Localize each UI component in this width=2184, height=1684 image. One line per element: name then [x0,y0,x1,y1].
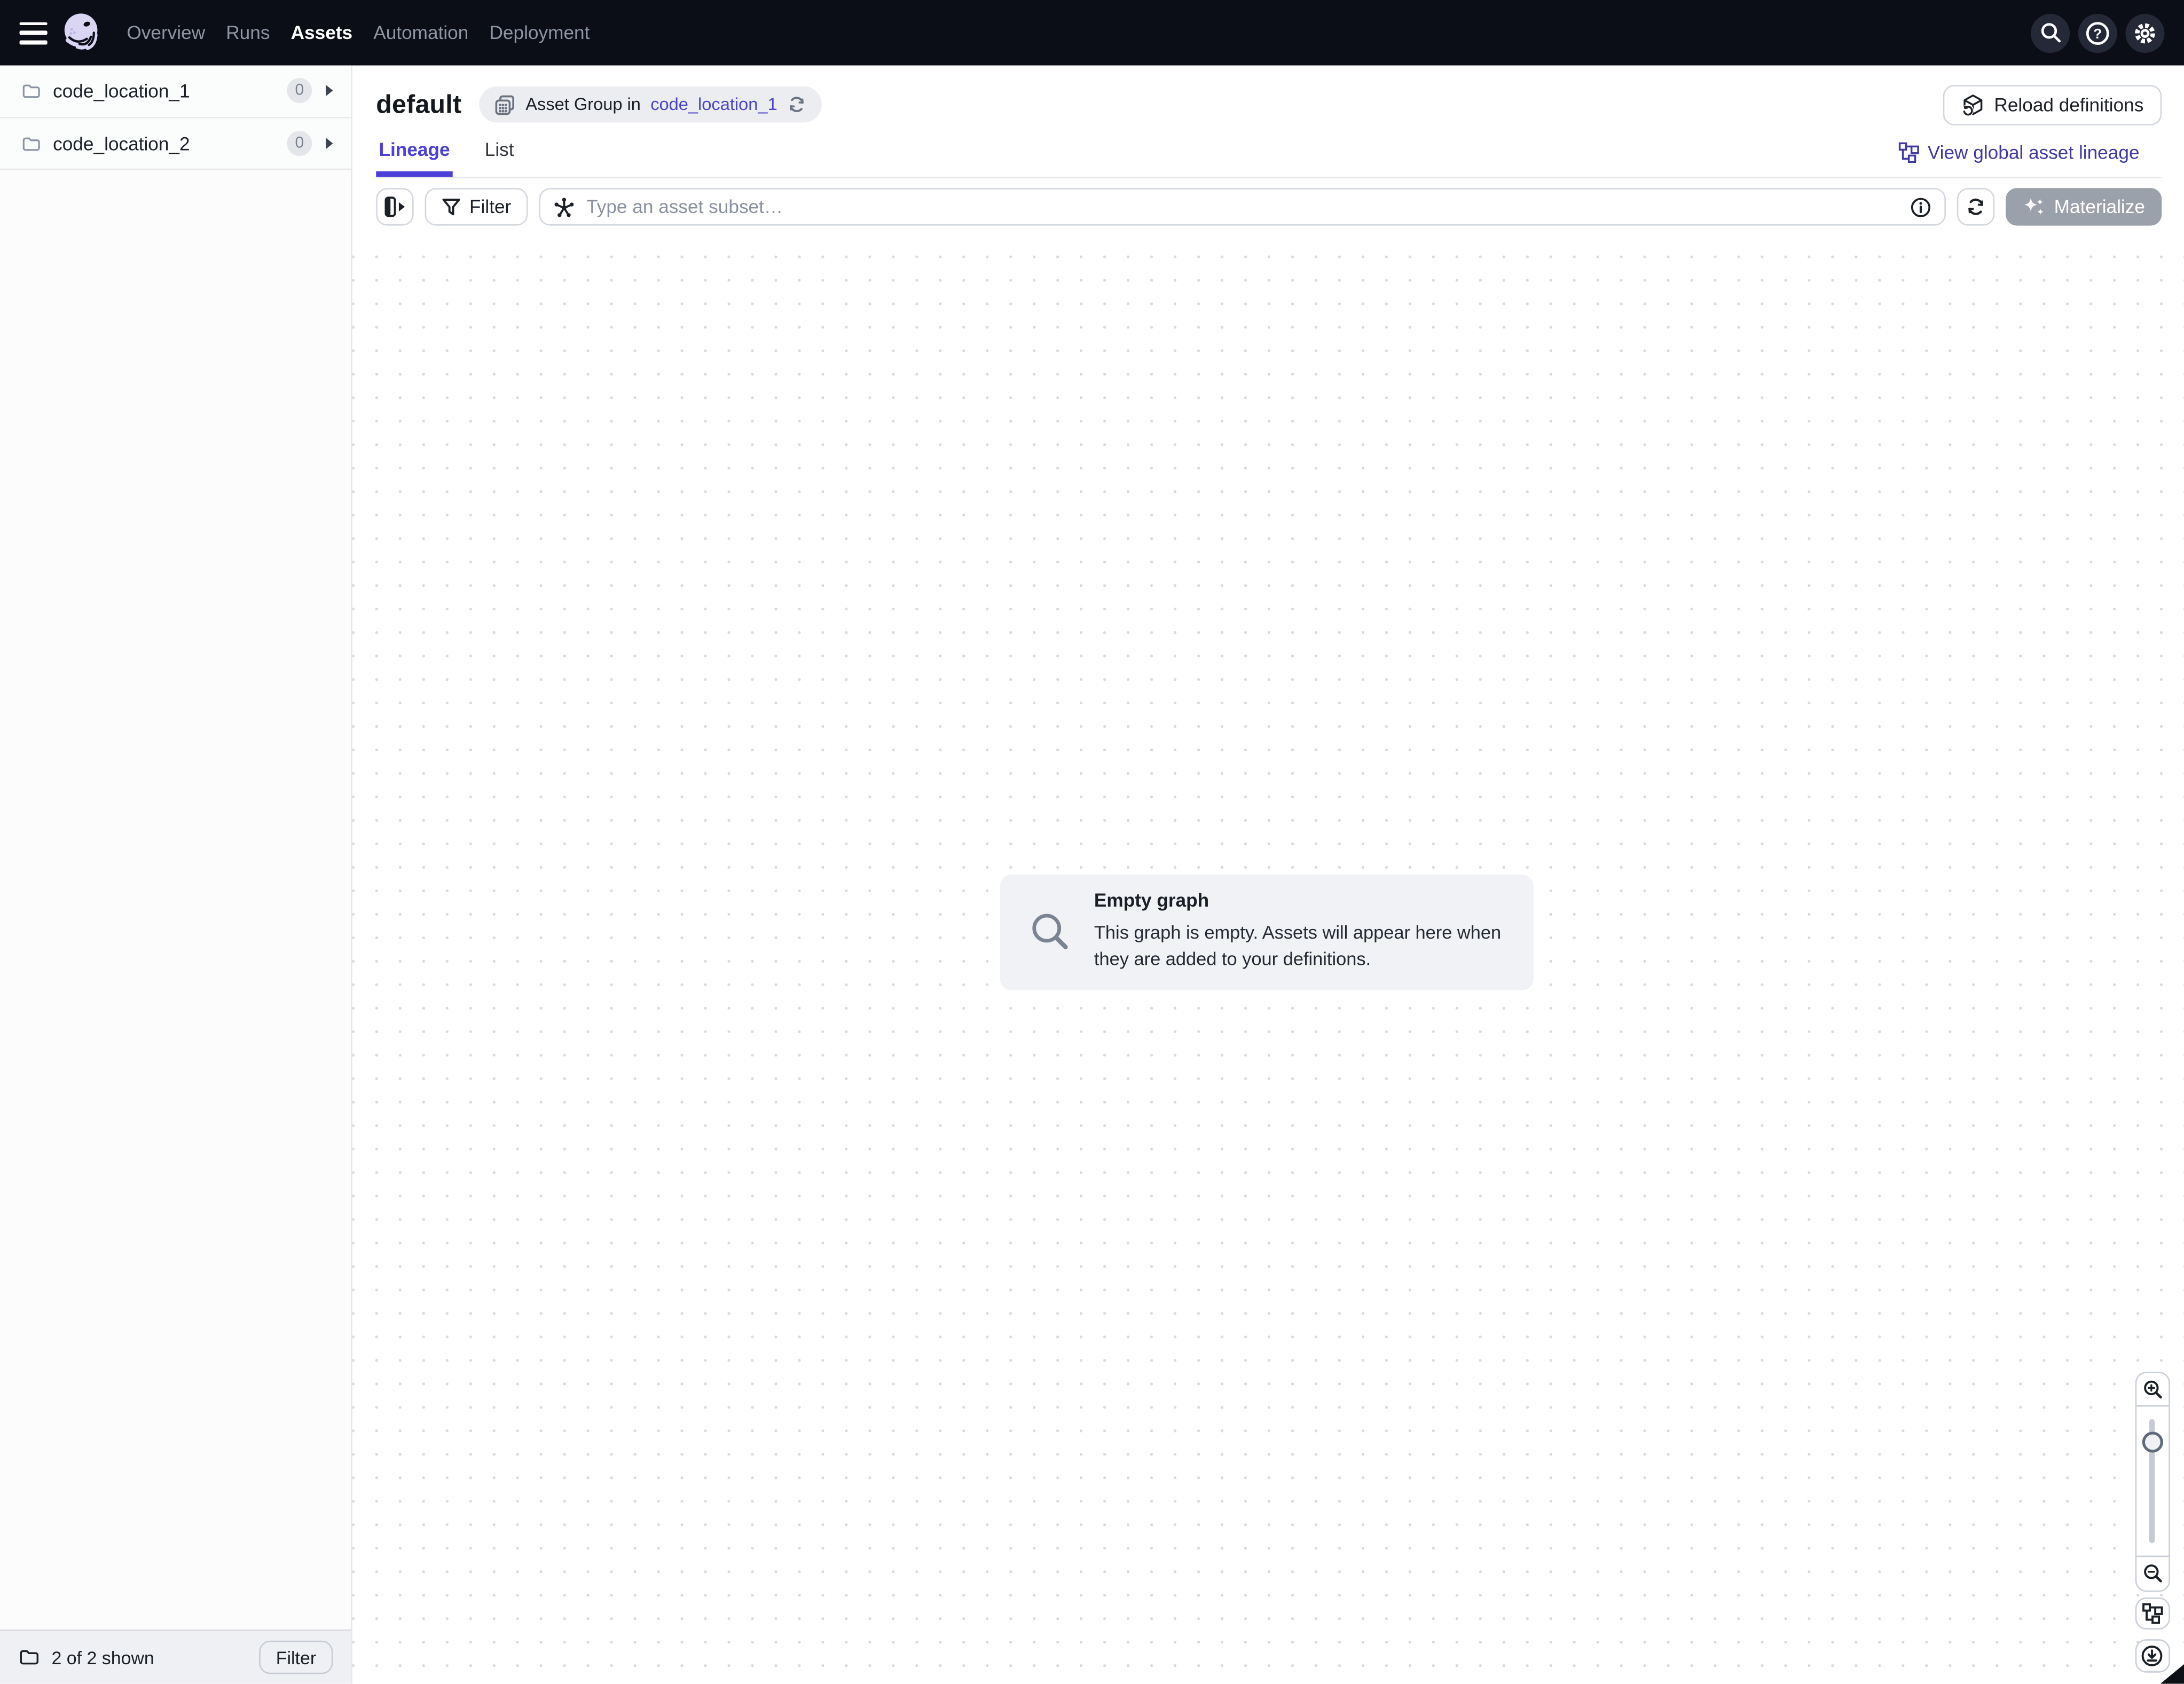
settings-button[interactable] [2125,13,2164,52]
zoom-out-button[interactable] [2136,1557,2168,1589]
tab-lineage[interactable]: Lineage [376,130,453,177]
asset-subset-icon [553,195,576,218]
expand-panel-icon [384,196,406,217]
materialize-label: Materialize [2054,196,2145,217]
materialize-button[interactable]: Materialize [2005,188,2162,225]
page-title: default [376,89,461,120]
zoom-out-icon [2141,1563,2162,1584]
location-name: code_location_2 [53,133,190,154]
expand-panel-button[interactable] [376,188,413,225]
nav-item-runs[interactable]: Runs [226,22,270,43]
refresh-icon [1965,196,1986,217]
nav-item-automation[interactable]: Automation [373,22,468,43]
sidebar-item-code-location-1[interactable]: code_location_1 0 [0,66,351,118]
mouse-cursor [2161,1665,2184,1684]
sync-icon[interactable] [787,95,807,114]
badge-text: Asset Group in [525,95,641,114]
zoom-control-group [2134,1371,2169,1591]
view-global-asset-lineage-label: View global asset lineage [1928,142,2140,163]
tabs-bar: Lineage List View global asset lineage [376,130,2162,178]
lineage-graph-icon [2141,1603,2162,1624]
empty-graph-title: Empty graph [1094,890,1508,911]
locations-shown-count: 2 of 2 shown [52,1647,154,1668]
view-global-asset-lineage-link[interactable]: View global asset lineage [1898,142,2140,177]
reload-definitions-button[interactable]: Reload definitions [1943,84,2162,125]
location-name: code_location_1 [53,81,190,101]
asset-subset-field [539,188,1945,225]
info-icon[interactable] [1909,195,1931,218]
sidebar-footer: 2 of 2 shown Filter [0,1629,351,1684]
lineage-graph-icon [1898,142,1919,163]
chevron-right-icon [325,84,334,98]
reload-definitions-icon [1961,92,1984,116]
badge-code-location-link[interactable]: code_location_1 [650,95,777,114]
empty-graph-card: Empty graph This graph is empty. Assets … [1000,874,1533,989]
zoom-in-icon [2141,1379,2162,1399]
asset-group-badge: Asset Group in code_location_1 [480,86,822,123]
nav-item-overview[interactable]: Overview [127,22,205,43]
asset-count-badge: 0 [287,78,312,104]
reload-definitions-label: Reload definitions [1994,94,2143,115]
sidebar-item-code-location-2[interactable]: code_location_2 0 [0,118,351,170]
chevron-right-icon [325,137,334,151]
refresh-graph-button[interactable] [1957,188,1994,225]
svg-text:?: ? [2093,25,2102,41]
nav-item-assets[interactable]: Assets [291,22,353,43]
dagster-logo-icon[interactable] [60,11,103,54]
folder-icon [22,83,41,99]
asset-subset-input[interactable] [586,196,1898,217]
filter-funnel-icon [442,197,461,217]
nav-menu: Overview Runs Assets Automation Deployme… [127,22,590,43]
asset-count-badge: 0 [287,131,312,156]
asset-group-icon [495,94,516,115]
lineage-toolbar: Filter [352,178,2184,235]
download-icon [2141,1644,2163,1667]
graph-filter-label: Filter [469,196,511,217]
magnifier-icon [1028,911,1070,953]
code-locations-sidebar: code_location_1 0 code_location_2 0 [0,66,352,1684]
help-icon: ? [2085,20,2110,45]
app-viewport: Overview Runs Assets Automation Deployme… [0,0,2184,1684]
page-header: default Asset Group in code_location_1 [352,66,2184,178]
folder-icon [22,136,41,151]
zoom-slider-knob[interactable] [2141,1431,2162,1452]
folder-icon [20,1649,40,1665]
graph-filter-button[interactable]: Filter [425,188,528,225]
nav-item-deployment[interactable]: Deployment [489,22,590,43]
lineage-graph-canvas[interactable]: Empty graph This graph is empty. Assets … [352,235,2184,1684]
sparkles-icon [2022,195,2045,218]
search-icon [2038,21,2062,44]
zoom-slider[interactable] [2136,1407,2168,1556]
fit-graph-button[interactable] [2134,1597,2169,1630]
gear-icon [2132,20,2157,45]
search-button[interactable] [2031,13,2070,52]
tab-list[interactable]: List [482,130,517,177]
zoom-in-button[interactable] [2136,1373,2168,1405]
top-nav: Overview Runs Assets Automation Deployme… [0,0,2184,66]
sidebar-filter-button[interactable]: Filter [259,1641,333,1674]
help-button[interactable]: ? [2078,13,2117,52]
empty-graph-message: This graph is empty. Assets will appear … [1094,921,1508,973]
main-panel: default Asset Group in code_location_1 [352,66,2184,1684]
hamburger-menu-icon[interactable] [20,21,48,44]
